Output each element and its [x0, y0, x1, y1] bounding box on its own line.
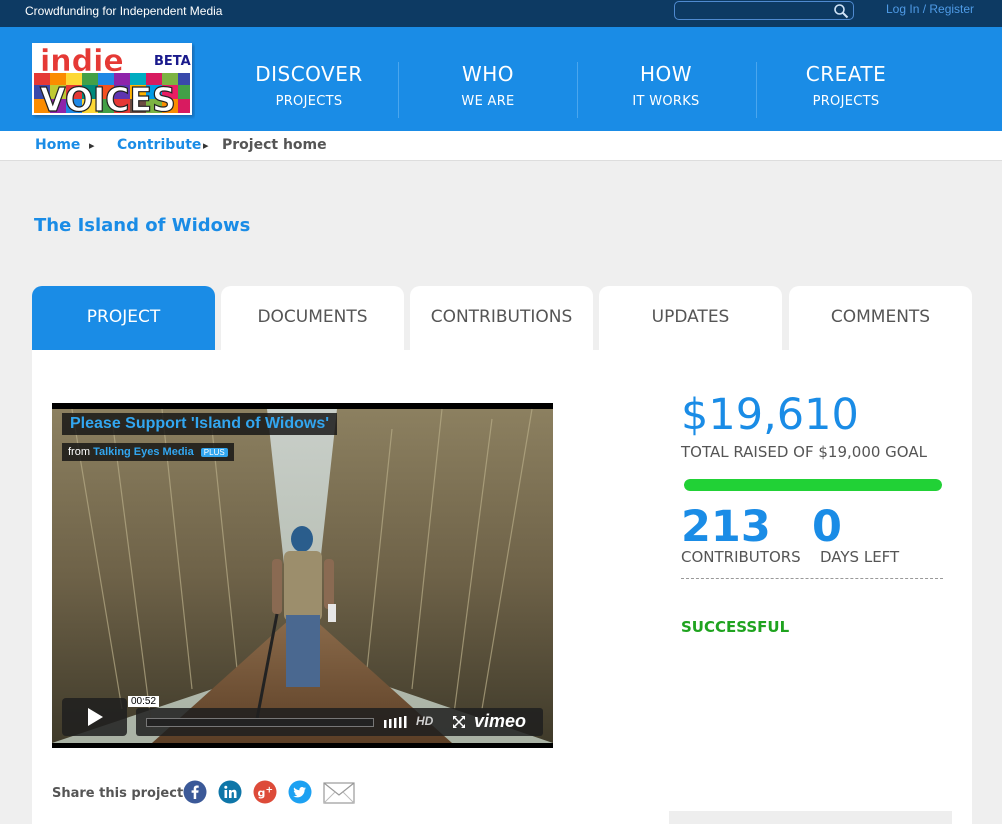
contributors-label: CONTRIBUTORS — [681, 548, 801, 566]
logo-badge-beta: BETA — [154, 54, 191, 69]
search-input[interactable] — [681, 3, 831, 18]
linkedin-icon[interactable] — [218, 780, 242, 804]
nav-discover-projects[interactable]: DISCOVER PROJECTS — [248, 62, 370, 120]
video-player[interactable]: Please Support 'Island of Widows' from T… — [52, 403, 553, 748]
tab-project[interactable]: PROJECT — [32, 286, 215, 351]
chevron-right-icon: ▸ — [203, 139, 209, 152]
status-badge: SUCCESSFUL — [681, 618, 790, 636]
svg-text:+: + — [266, 786, 274, 796]
video-control-bar: HD vimeo — [136, 708, 543, 736]
logo-word-indie: indie — [40, 44, 124, 79]
nav-divider — [398, 62, 399, 118]
contributors-count: 213 — [681, 502, 771, 552]
login-register-link[interactable]: Log In / Register — [886, 2, 974, 16]
vimeo-logo[interactable]: vimeo — [474, 711, 526, 732]
indie-voices-logo[interactable]: indie BETA VOICES — [30, 37, 195, 120]
play-button[interactable] — [62, 698, 127, 736]
tab-documents[interactable]: DOCUMENTS — [221, 286, 404, 350]
main-header: indie BETA VOICES DISCOVER PROJECTS WHO … — [0, 27, 1002, 131]
video-byline: from Talking Eyes Media PLUS — [62, 443, 234, 461]
chevron-right-icon: ▸ — [89, 139, 95, 152]
breadcrumb-current: Project home — [222, 137, 327, 153]
video-title[interactable]: Please Support 'Island of Widows' — [62, 413, 338, 435]
tab-comments[interactable]: COMMENTS — [789, 286, 972, 350]
play-icon — [88, 708, 103, 726]
page-title: The Island of Widows — [34, 215, 251, 236]
twitter-icon[interactable] — [288, 780, 312, 804]
nav-create-projects[interactable]: CREATE PROJECTS — [786, 62, 906, 120]
nav-divider — [756, 62, 757, 118]
site-tagline: Crowdfunding for Independent Media — [25, 4, 223, 18]
video-author-link[interactable]: Talking Eyes Media — [93, 446, 194, 458]
logo-word-voices: VOICES — [40, 80, 176, 119]
days-left-label: DAYS LEFT — [820, 548, 900, 566]
volume-icon[interactable] — [384, 716, 408, 728]
breadcrumb-contribute[interactable]: Contribute — [117, 137, 201, 153]
search-box[interactable] — [674, 1, 854, 20]
stats-divider — [681, 578, 943, 579]
sidebar-box — [669, 811, 952, 824]
video-byline-from: from — [68, 446, 90, 458]
search-icon[interactable] — [833, 3, 849, 19]
funding-progress-fill — [684, 479, 942, 491]
breadcrumb: Home ▸ Contribute ▸ Project home — [0, 131, 1002, 161]
tab-updates[interactable]: UPDATES — [599, 286, 782, 350]
share-label: Share this project: — [52, 786, 189, 801]
nav-who-we-are[interactable]: WHO WE ARE — [428, 62, 548, 120]
video-progress-bar[interactable] — [146, 718, 374, 727]
video-time: 00:52 — [128, 696, 160, 707]
nav-divider — [577, 62, 578, 118]
vimeo-plus-badge: PLUS — [200, 448, 228, 457]
amount-raised: $19,610 — [681, 390, 859, 440]
breadcrumb-home[interactable]: Home — [35, 137, 80, 153]
google-plus-icon[interactable]: g + — [253, 780, 277, 804]
days-left-count: 0 — [812, 502, 842, 552]
nav-how-it-works[interactable]: HOW IT WORKS — [606, 62, 726, 120]
funding-progress-bar — [684, 479, 942, 491]
hd-toggle[interactable]: HD — [416, 714, 433, 728]
facebook-icon[interactable] — [183, 780, 207, 804]
tab-contributions[interactable]: CONTRIBUTIONS — [410, 286, 593, 350]
email-icon[interactable] — [323, 782, 355, 806]
amount-raised-label: TOTAL RAISED OF $19,000 GOAL — [681, 443, 927, 461]
svg-text:g: g — [258, 787, 266, 800]
fullscreen-icon[interactable] — [452, 715, 466, 729]
top-bar: Crowdfunding for Independent Media Log I… — [0, 0, 1002, 27]
